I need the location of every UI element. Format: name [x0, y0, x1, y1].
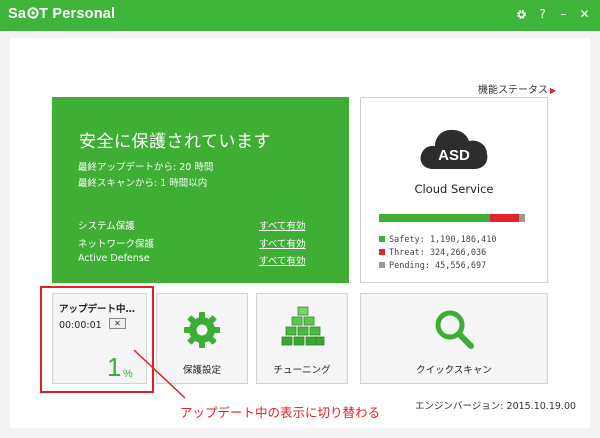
callout-line [133, 349, 186, 399]
engine-version: エンジンバージョン: 2015.10.19.00 [415, 401, 577, 412]
annotation-callout: アップデート中の表示に切り替わる [180, 405, 381, 420]
